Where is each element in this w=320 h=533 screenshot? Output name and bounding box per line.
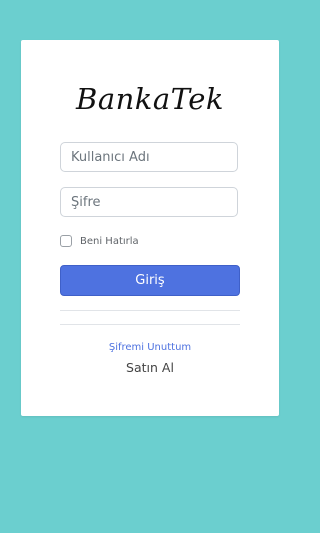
remember-label: Beni Hatırla: [80, 235, 139, 247]
remember-me[interactable]: Beni Hatırla: [60, 233, 139, 249]
divider: [60, 324, 240, 325]
brand-logo: BankaTek: [76, 82, 224, 116]
login-button[interactable]: Giriş: [60, 265, 240, 296]
password-input[interactable]: [60, 187, 238, 217]
divider: [60, 310, 240, 311]
login-card: BankaTek Beni Hatırla Giriş Şifremi Unut…: [21, 40, 279, 416]
remember-checkbox[interactable]: [60, 235, 72, 247]
username-input[interactable]: [60, 142, 238, 172]
forgot-password-link[interactable]: Şifremi Unuttum: [21, 342, 279, 353]
buy-link[interactable]: Satın Al: [21, 360, 279, 375]
